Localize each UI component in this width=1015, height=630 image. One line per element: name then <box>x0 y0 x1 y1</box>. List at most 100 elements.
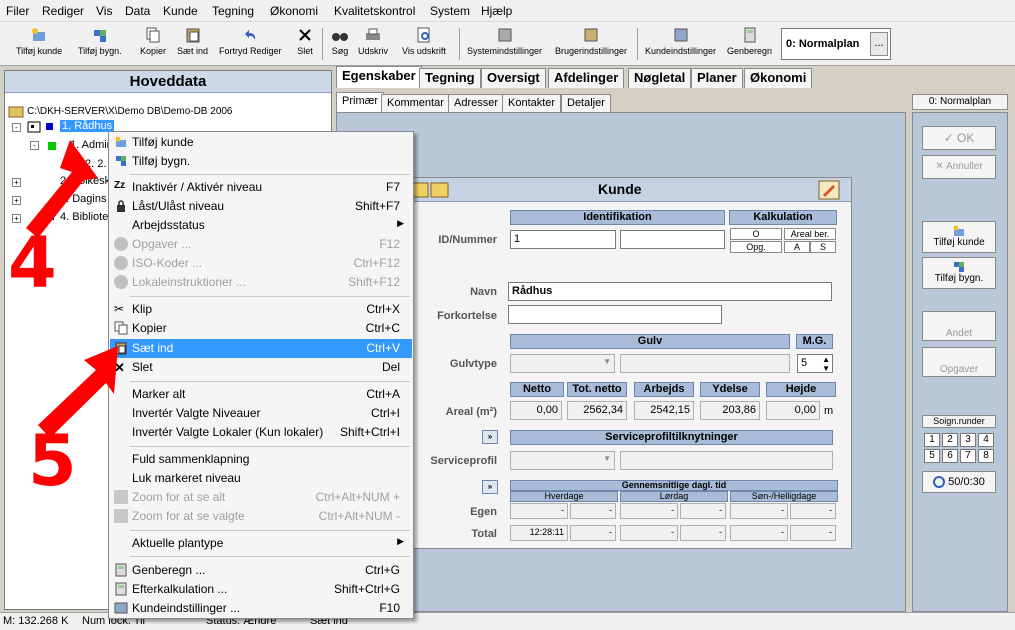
menu-kunde[interactable]: Kunde <box>163 4 198 18</box>
tab-afdelinger[interactable]: Afdelinger <box>548 68 625 88</box>
tree-expander-plus[interactable]: + <box>12 196 21 205</box>
counter-button[interactable]: 50/0:30 <box>922 471 996 493</box>
ctx-label: Genberegn ... <box>132 563 206 577</box>
tree-item-radhus[interactable]: 1, Rådhus <box>60 120 115 132</box>
ctx-customer-settings[interactable]: Kundeindstillinger ... F10 <box>110 599 412 618</box>
ctx-invert-rooms[interactable]: Invertér Valgte Lokaler (Kun lokaler) Sh… <box>110 423 412 442</box>
menu-data[interactable]: Data <box>125 4 150 18</box>
toolbar-copy-button[interactable]: Kopier <box>140 26 166 56</box>
ok-button[interactable]: ✓ OK <box>922 126 996 150</box>
gennem-expand-button[interactable]: » <box>482 480 498 494</box>
subtab-primaer[interactable]: Primær <box>336 92 385 112</box>
menu-rediger[interactable]: Rediger <box>42 4 84 18</box>
tab-tegning[interactable]: Tegning <box>419 68 481 88</box>
navn-input[interactable]: Rådhus <box>508 282 832 301</box>
tree-expander-plus[interactable]: + <box>12 178 21 187</box>
toolbar-search-button[interactable]: Søg <box>331 26 349 56</box>
pen-icon[interactable] <box>818 180 840 200</box>
tab-egenskaber[interactable]: Egenskaber <box>336 66 422 88</box>
subtab-detaljer[interactable]: Detaljer <box>561 94 611 112</box>
menu-kvalitetskontrol[interactable]: Kvalitetskontrol <box>334 4 415 18</box>
tab-noegletal[interactable]: Nøgletal <box>628 68 692 88</box>
forkortelse-input[interactable] <box>508 305 722 324</box>
menu-okonomi[interactable]: Økonomi <box>270 4 318 18</box>
toolbar-add-customer-button[interactable]: Tilføj kunde <box>16 26 62 56</box>
ctx-cut[interactable]: ✂ Klip Ctrl+X <box>110 300 412 319</box>
ctx-iso-codes[interactable]: ISO-Koder ... Ctrl+F12 <box>110 254 412 273</box>
tree-expander-minus[interactable]: - <box>12 123 21 132</box>
tree-root[interactable]: C:\DKH-SERVER\X\Demo DB\Demo-DB 2006 <box>8 104 233 118</box>
round-7-button[interactable]: 7 <box>960 449 976 463</box>
ctx-add-customer[interactable]: Tilføj kunde <box>110 133 412 152</box>
ctx-post-calculation[interactable]: Efterkalkulation ... Shift+Ctrl+G <box>110 580 412 599</box>
ctx-room-instructions[interactable]: Lokaleinstruktioner ... Shift+F12 <box>110 273 412 292</box>
menu-hjaelp[interactable]: Hjælp <box>481 4 512 18</box>
toolbar-undo-button[interactable]: Fortryd Rediger <box>219 26 282 56</box>
ctx-close-level[interactable]: Luk markeret niveau <box>110 469 412 488</box>
serviceprofil-select[interactable]: ▼ <box>510 451 615 470</box>
ctx-work-status[interactable]: Arbejdsstatus ▶ <box>110 216 412 235</box>
plan-selector[interactable]: 0: Normalplan ... <box>781 28 891 60</box>
tree-item-admin[interactable]: 1. Admin <box>70 139 113 151</box>
round-1-button[interactable]: 1 <box>924 433 940 447</box>
opgaver-button[interactable]: Opgaver <box>922 347 996 377</box>
subtab-kommentar[interactable]: Kommentar <box>381 94 450 112</box>
id-input[interactable]: 1 <box>510 230 616 249</box>
ctx-plan-type[interactable]: Aktuelle plantype ▶ <box>110 534 412 553</box>
tab-okonomi[interactable]: Økonomi <box>744 68 813 88</box>
toolbar-preview-button[interactable]: Vis udskrift <box>402 26 446 56</box>
toolbar-recalculate-button[interactable]: Genberegn <box>727 26 772 56</box>
kalk-o: O <box>730 228 782 240</box>
ctx-paste[interactable]: Sæt ind Ctrl+V <box>110 339 412 358</box>
ctx-add-building[interactable]: Tilføj bygn. <box>110 152 412 171</box>
ctx-collapse-all[interactable]: Fuld sammenklapning <box>110 450 412 469</box>
folder-icon[interactable] <box>410 181 450 199</box>
menu-filer[interactable]: Filer <box>6 4 29 18</box>
toolbar-delete-button[interactable]: Slet <box>296 26 314 56</box>
toolbar-paste-button[interactable]: Sæt ind <box>177 26 208 56</box>
ctx-toggle-active[interactable]: Zz Inaktivér / Aktivér niveau F7 <box>110 178 412 197</box>
round-3-button[interactable]: 3 <box>960 433 976 447</box>
toolbar-add-building-button[interactable]: Tilføj bygn. <box>78 26 122 56</box>
round-4-button[interactable]: 4 <box>978 433 994 447</box>
round-5-button[interactable]: 5 <box>924 449 940 463</box>
tree-expander-minus[interactable]: - <box>30 141 39 150</box>
right-add-customer-button[interactable]: Tilføj kunde <box>922 221 996 253</box>
plan-selector-dots-button[interactable]: ... <box>870 32 888 56</box>
round-2-button[interactable]: 2 <box>942 433 958 447</box>
subtab-kontakter[interactable]: Kontakter <box>502 94 562 112</box>
right-plan-label: 0: Normalplan <box>912 94 1008 110</box>
ctx-copy[interactable]: Kopier Ctrl+C <box>110 319 412 338</box>
menu-vis[interactable]: Vis <box>96 4 112 18</box>
mg-stepper[interactable]: 5 ▲ ▼ <box>797 354 833 373</box>
gulvtype-select[interactable]: ▼ <box>510 354 615 373</box>
menu-tegning[interactable]: Tegning <box>212 4 254 18</box>
toolbar-print-button[interactable]: Udskriv <box>358 26 388 56</box>
tree-item-folkeskole[interactable]: 2. Folkesk <box>60 175 110 187</box>
tree-item-bibliotek[interactable]: 4. Bibliote <box>60 211 108 223</box>
tree-item-daginst[interactable]: 3. Dagins <box>60 193 106 205</box>
number-input[interactable] <box>620 230 725 249</box>
subtab-adresser[interactable]: Adresser <box>448 94 505 112</box>
right-add-building-button[interactable]: Tilføj bygn. <box>922 257 996 289</box>
andet-button[interactable]: Andet <box>922 311 996 341</box>
annuller-button[interactable]: ✕ Annuller <box>922 155 996 179</box>
ctx-lock[interactable]: Låst/Ulåst niveau Shift+F7 <box>110 197 412 216</box>
toolbar-system-settings-button[interactable]: Systemindstillinger <box>467 26 542 56</box>
tree-item-sub[interactable]: 2. 2. <box>85 158 106 170</box>
tab-oversigt[interactable]: Oversigt <box>481 68 546 88</box>
ctx-invert-levels[interactable]: Invertér Valgte Niveauer Ctrl+I <box>110 404 412 423</box>
ctx-select-all[interactable]: Marker alt Ctrl+A <box>110 385 412 404</box>
serviceprofil-expand-button[interactable]: » <box>482 430 498 444</box>
ctx-zoom-all[interactable]: Zoom for at se alt Ctrl+Alt+NUM + <box>110 488 412 507</box>
menu-system[interactable]: System <box>430 4 470 18</box>
ctx-delete[interactable]: ✕ Slet Del <box>110 358 412 377</box>
ctx-zoom-selected[interactable]: Zoom for at se valgte Ctrl+Alt+NUM - <box>110 507 412 526</box>
toolbar-customer-settings-button[interactable]: Kundeindstillinger <box>645 26 716 56</box>
ctx-recalculate[interactable]: Genberegn ... Ctrl+G <box>110 561 412 580</box>
toolbar-user-settings-button[interactable]: Brugerindstillinger <box>555 26 627 56</box>
ctx-tasks[interactable]: Opgaver ... F12 <box>110 235 412 254</box>
round-6-button[interactable]: 6 <box>942 449 958 463</box>
round-8-button[interactable]: 8 <box>978 449 994 463</box>
tab-planer[interactable]: Planer <box>691 68 743 88</box>
